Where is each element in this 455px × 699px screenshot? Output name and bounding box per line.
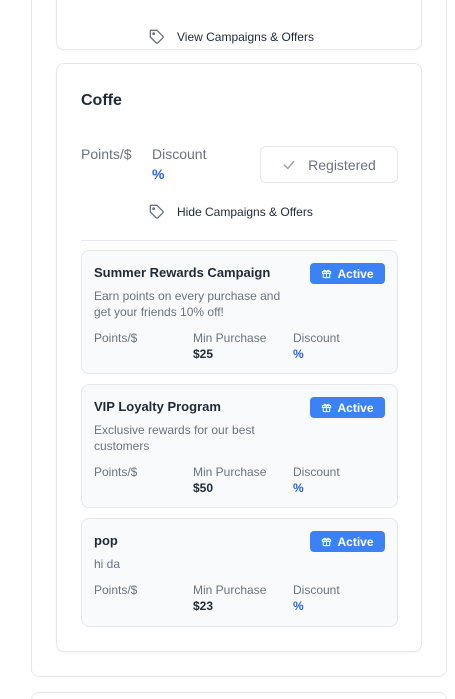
campaign-title: pop (94, 533, 118, 548)
discount-value: % (293, 599, 304, 613)
points-per-dollar-label: Points/$ (94, 583, 138, 597)
min-purchase-value: $25 (193, 347, 214, 361)
campaign-card[interactable]: pop Active hi da Points/$ Min Purchase $… (81, 518, 398, 627)
gift-icon (322, 403, 332, 413)
points-per-dollar-stat: Points/$ (94, 465, 137, 479)
check-icon (283, 160, 295, 169)
registered-label: Registered (308, 156, 376, 173)
min-purchase-label: Min Purchase (193, 331, 267, 345)
gift-icon (322, 537, 332, 547)
min-purchase-value: $23 (193, 599, 214, 613)
points-per-dollar-stat: Points/$ (94, 583, 137, 597)
campaign-card[interactable]: Summer Rewards Campaign Active Earn poin… (81, 250, 398, 374)
campaign-title: Summer Rewards Campaign (94, 265, 271, 280)
status-badge-label: Active (337, 400, 374, 415)
merchant-card-previous: View Campaigns & Offers (56, 0, 422, 50)
tag-icon (149, 29, 164, 44)
next-merchant-panel (31, 692, 447, 699)
campaign-description: Exclusive rewards for our best customers (94, 423, 255, 453)
points-per-dollar-label: Points/$ (81, 146, 132, 162)
status-badge: Active (310, 397, 385, 418)
gift-icon (322, 269, 332, 279)
min-purchase-stat: Min Purchase $50 (193, 465, 266, 495)
discount-value: % (152, 166, 165, 182)
status-badge: Active (310, 531, 385, 552)
discount-label: Discount (293, 583, 340, 597)
hide-campaigns-label: Hide Campaigns & Offers (177, 205, 313, 219)
min-purchase-value: $50 (193, 481, 214, 495)
discount-stat: Discount % (293, 583, 340, 613)
status-badge-label: Active (337, 534, 374, 549)
discount-label: Discount (293, 331, 340, 345)
discount-value: % (293, 481, 304, 495)
discount-value: % (293, 347, 304, 361)
hide-campaigns-toggle[interactable]: Hide Campaigns & Offers (149, 204, 313, 220)
tag-icon (149, 204, 164, 219)
view-campaigns-toggle[interactable]: View Campaigns & Offers (149, 29, 314, 45)
campaign-title: VIP Loyalty Program (94, 399, 221, 414)
view-campaigns-label: View Campaigns & Offers (177, 30, 314, 44)
status-badge: Active (310, 263, 385, 284)
discount-label: Discount (293, 465, 340, 479)
campaign-card[interactable]: VIP Loyalty Program Active Exclusive rew… (81, 384, 398, 508)
merchant-name: Coffe (81, 92, 122, 109)
points-per-dollar-label: Points/$ (94, 331, 138, 345)
min-purchase-label: Min Purchase (193, 465, 267, 479)
min-purchase-label: Min Purchase (193, 583, 267, 597)
points-per-dollar-stat: Points/$ (94, 331, 137, 345)
points-per-dollar-label: Points/$ (94, 465, 138, 479)
divider (81, 240, 397, 241)
min-purchase-stat: Min Purchase $25 (193, 331, 266, 361)
merchant-card-coffe: Coffe Points/$ Discount % Registered Hid… (56, 63, 422, 652)
discount-stat: Discount % (293, 331, 340, 361)
registered-button[interactable]: Registered (260, 146, 398, 183)
campaign-description: Earn points on every purchase and get yo… (94, 289, 281, 319)
discount-label: Discount (152, 146, 207, 162)
discount-stat: Discount % (293, 465, 340, 495)
status-badge-label: Active (337, 266, 374, 281)
campaign-description: hi da (94, 557, 121, 571)
min-purchase-stat: Min Purchase $23 (193, 583, 266, 613)
